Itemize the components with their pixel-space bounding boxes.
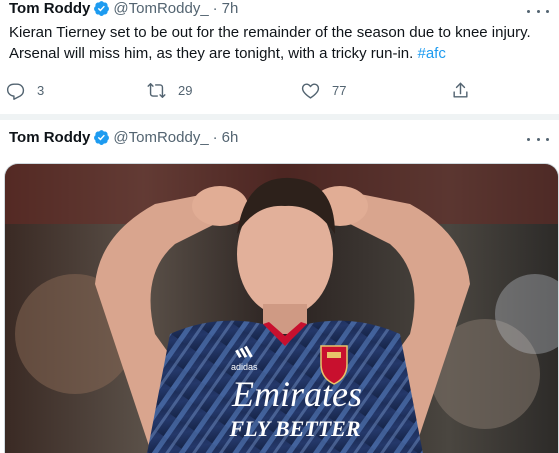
shirt-sponsor-text: Emirates [231, 374, 362, 414]
tweet-photo[interactable]: adidas Emirates FLY BETTER [4, 163, 559, 453]
tweet-header: Tom Roddy @TomRoddy_ · 6h [9, 127, 238, 147]
reply-button[interactable]: 3 [6, 78, 44, 102]
verified-badge-icon [93, 0, 110, 17]
like-icon [301, 82, 320, 99]
tweet-text: Kieran Tierney set to be out for the rem… [9, 22, 549, 64]
retweet-count: 29 [178, 82, 193, 98]
like-button[interactable]: 77 [301, 78, 346, 102]
verified-badge-icon [93, 129, 110, 146]
tweet-timestamp[interactable]: 7h [222, 0, 239, 17]
reply-icon [6, 82, 25, 100]
author-name[interactable]: Tom Roddy [9, 129, 90, 146]
like-count: 77 [332, 82, 347, 98]
separator-dot: · [212, 128, 218, 146]
retweet-button[interactable]: 29 [147, 78, 192, 102]
retweet-icon [147, 82, 166, 98]
more-icon[interactable] [527, 132, 549, 146]
separator-dot: · [212, 0, 218, 17]
more-icon[interactable] [527, 4, 549, 18]
tweet-1[interactable]: Tom Roddy @TomRoddy_ · 7h Kieran Tierney… [0, 0, 559, 114]
author-name[interactable]: Tom Roddy [9, 0, 90, 17]
reply-count: 3 [37, 82, 45, 98]
tweet-body-text: Kieran Tierney set to be out for the rem… [9, 24, 531, 62]
hashtag-link[interactable]: #afc [417, 45, 445, 62]
share-icon [453, 82, 468, 98]
author-handle[interactable]: @TomRoddy_ [113, 0, 208, 17]
tweet-actions: 3 29 77 [0, 78, 559, 102]
tweet-header: Tom Roddy @TomRoddy_ · 7h [9, 0, 238, 18]
share-button[interactable] [451, 78, 470, 102]
shirt-slogan-text: FLY BETTER [229, 416, 361, 441]
tweet-2[interactable]: Tom Roddy @TomRoddy_ · 6h adidas Emirate… [0, 120, 559, 453]
author-handle[interactable]: @TomRoddy_ [113, 129, 208, 146]
kit-brand-text: adidas [231, 362, 258, 372]
tweet-timestamp[interactable]: 6h [222, 129, 239, 146]
